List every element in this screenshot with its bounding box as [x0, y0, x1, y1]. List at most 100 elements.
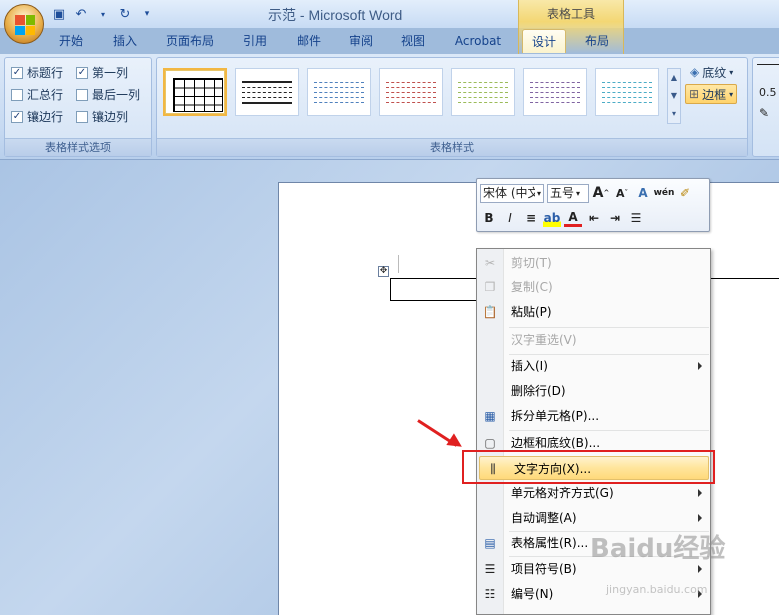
text-cursor [398, 255, 399, 273]
style-gallery-scroll[interactable]: ▲ ▼ ▾ [667, 68, 681, 124]
table-border-bottom [390, 300, 478, 301]
borders-shading-icon: ▢ [484, 436, 496, 450]
increase-indent-icon[interactable]: ⇥ [606, 209, 624, 227]
submenu-arrow-icon [698, 514, 702, 522]
tab-insert[interactable]: 插入 [104, 29, 146, 53]
table-style-aqua[interactable] [595, 68, 659, 116]
option-total-row[interactable]: 汇总行 [11, 86, 63, 103]
decrease-indent-icon[interactable]: ⇤ [585, 209, 603, 227]
menu-item-delete-row[interactable]: 删除行(D) [477, 379, 710, 403]
pen-color-icon[interactable]: ✎ [759, 106, 769, 120]
draw-borders-group: 0.5 ✎ [752, 57, 779, 157]
table-grid-preview [173, 78, 223, 112]
menu-item-paste[interactable]: 📋 粘贴(P) [477, 300, 710, 324]
shrink-font-icon[interactable]: Aˇ [613, 184, 631, 202]
bullets-icon[interactable]: ☰ [627, 209, 645, 227]
menu-item-cut[interactable]: ✂ 剪切(T) [477, 251, 710, 275]
checkbox-checked-icon[interactable]: ✓ [11, 66, 23, 79]
styles-icon[interactable]: A [634, 184, 652, 202]
group-label: 表格样式选项 [5, 138, 151, 156]
ribbon-tabs: 开始 插入 页面布局 引用 邮件 审阅 视图 Acrobat 设计 布局 [0, 28, 779, 54]
table-style-grid[interactable] [163, 68, 227, 116]
table-style-simple[interactable] [235, 68, 299, 116]
menu-item-reconversion[interactable]: 汉字重选(V) [477, 328, 710, 352]
table-move-handle-icon[interactable]: ✥ [378, 266, 389, 277]
center-align-icon[interactable]: ≡ [522, 209, 540, 227]
tab-mailings[interactable]: 邮件 [288, 29, 330, 53]
menu-item-cell-alignment[interactable]: 单元格对齐方式(G) [477, 481, 710, 505]
submenu-arrow-icon [698, 489, 702, 497]
option-first-column[interactable]: ✓ 第一列 [76, 64, 128, 81]
table-style-purple[interactable] [523, 68, 587, 116]
watermark-url: jingyan.baidu.com [606, 583, 708, 596]
font-name-select[interactable]: 宋体 (中文 ▾ [480, 183, 544, 203]
dropdown-arrow-icon[interactable]: ▾ [94, 5, 112, 23]
mini-toolbar: 宋体 (中文 ▾ 五号 ▾ A ^ Aˇ A wén ✐ B I ≡ ab A ⇤… [476, 178, 710, 232]
option-header-row[interactable]: ✓ 标题行 [11, 64, 63, 81]
table-style-green[interactable] [451, 68, 515, 116]
tab-acrobat[interactable]: Acrobat [446, 29, 510, 53]
customize-qat-icon[interactable]: ▾ [138, 5, 156, 23]
checkbox-checked-icon[interactable]: ✓ [11, 110, 23, 123]
table-style-options-group: ✓ 标题行 ✓ 第一列 汇总行 最后一列 ✓ 镶边行 镶边列 表格样式选项 [4, 57, 152, 157]
annotation-highlight-box [462, 450, 715, 484]
group-label: 表格样式 [157, 138, 747, 156]
menu-item-autofit[interactable]: 自动调整(A) [477, 506, 710, 530]
quick-access-toolbar: ▣ ↶ ▾ ↻ ▾ [50, 4, 156, 24]
dropdown-arrow-icon: ▾ [729, 67, 734, 77]
office-logo-icon [15, 15, 35, 35]
tab-page-layout[interactable]: 页面布局 [158, 29, 222, 53]
checkbox-icon[interactable] [76, 110, 88, 123]
bold-button[interactable]: B [480, 209, 498, 227]
numbering-icon: ☷ [484, 587, 496, 601]
dropdown-arrow-icon: ▾ [536, 188, 541, 198]
tab-layout[interactable]: 布局 [576, 29, 618, 53]
tab-view[interactable]: 视图 [392, 29, 434, 53]
paste-icon: 📋 [482, 305, 498, 319]
highlight-icon[interactable]: ab [543, 209, 561, 227]
line-weight-value[interactable]: 0.5 [759, 86, 777, 99]
table-properties-icon: ▤ [484, 536, 496, 550]
checkbox-icon[interactable] [76, 88, 88, 101]
tab-design[interactable]: 设计 [522, 29, 566, 53]
option-banded-columns[interactable]: 镶边列 [76, 108, 128, 125]
undo-icon[interactable]: ↶ [72, 5, 90, 23]
font-color-icon[interactable]: A [564, 209, 582, 227]
menu-item-split-cells[interactable]: ▦ 拆分单元格(P)... [477, 404, 710, 428]
document-title: 示范 - Microsoft Word [268, 7, 403, 23]
menu-item-copy[interactable]: ❐ 复制(C) [477, 275, 710, 299]
font-size-select[interactable]: 五号 ▾ [547, 183, 589, 203]
shading-button[interactable]: ◈ 底纹 ▾ [687, 62, 736, 82]
table-style-blue[interactable] [307, 68, 371, 116]
submenu-arrow-icon [698, 362, 702, 370]
paint-bucket-icon: ◈ [690, 65, 700, 79]
table-border-left [390, 278, 391, 301]
split-cells-icon: ▦ [484, 409, 496, 423]
menu-item-insert[interactable]: 插入(I) [477, 354, 710, 378]
format-painter-icon[interactable]: ✐ [676, 184, 694, 202]
grow-font-icon[interactable]: A ^ [592, 184, 610, 202]
tab-references[interactable]: 引用 [234, 29, 276, 53]
copy-icon: ❐ [484, 280, 496, 294]
tab-review[interactable]: 审阅 [340, 29, 382, 53]
submenu-arrow-icon [698, 565, 702, 573]
redo-icon[interactable]: ↻ [116, 5, 134, 23]
office-button[interactable] [4, 4, 44, 44]
line-style-icon[interactable] [757, 64, 779, 65]
borders-icon: ⊞ [689, 87, 700, 101]
option-last-column[interactable]: 最后一列 [76, 86, 140, 103]
italic-button[interactable]: I [501, 209, 519, 227]
watermark: Baidu经验 [590, 534, 726, 564]
bullets-icon: ☰ [484, 562, 496, 576]
tab-home[interactable]: 开始 [50, 29, 92, 53]
checkbox-checked-icon[interactable]: ✓ [76, 66, 88, 79]
option-banded-rows[interactable]: ✓ 镶边行 [11, 108, 63, 125]
scissors-icon: ✂ [484, 256, 496, 270]
save-icon[interactable]: ▣ [50, 5, 68, 23]
dropdown-arrow-icon: ▾ [729, 89, 734, 99]
table-style-red[interactable] [379, 68, 443, 116]
borders-button[interactable]: ⊞ 边框 ▾ [685, 84, 738, 104]
phonetic-guide-icon[interactable]: wén [654, 184, 675, 202]
ribbon: ✓ 标题行 ✓ 第一列 汇总行 最后一列 ✓ 镶边行 镶边列 表格样式选项 ▲ … [0, 54, 779, 160]
checkbox-icon[interactable] [11, 88, 23, 101]
